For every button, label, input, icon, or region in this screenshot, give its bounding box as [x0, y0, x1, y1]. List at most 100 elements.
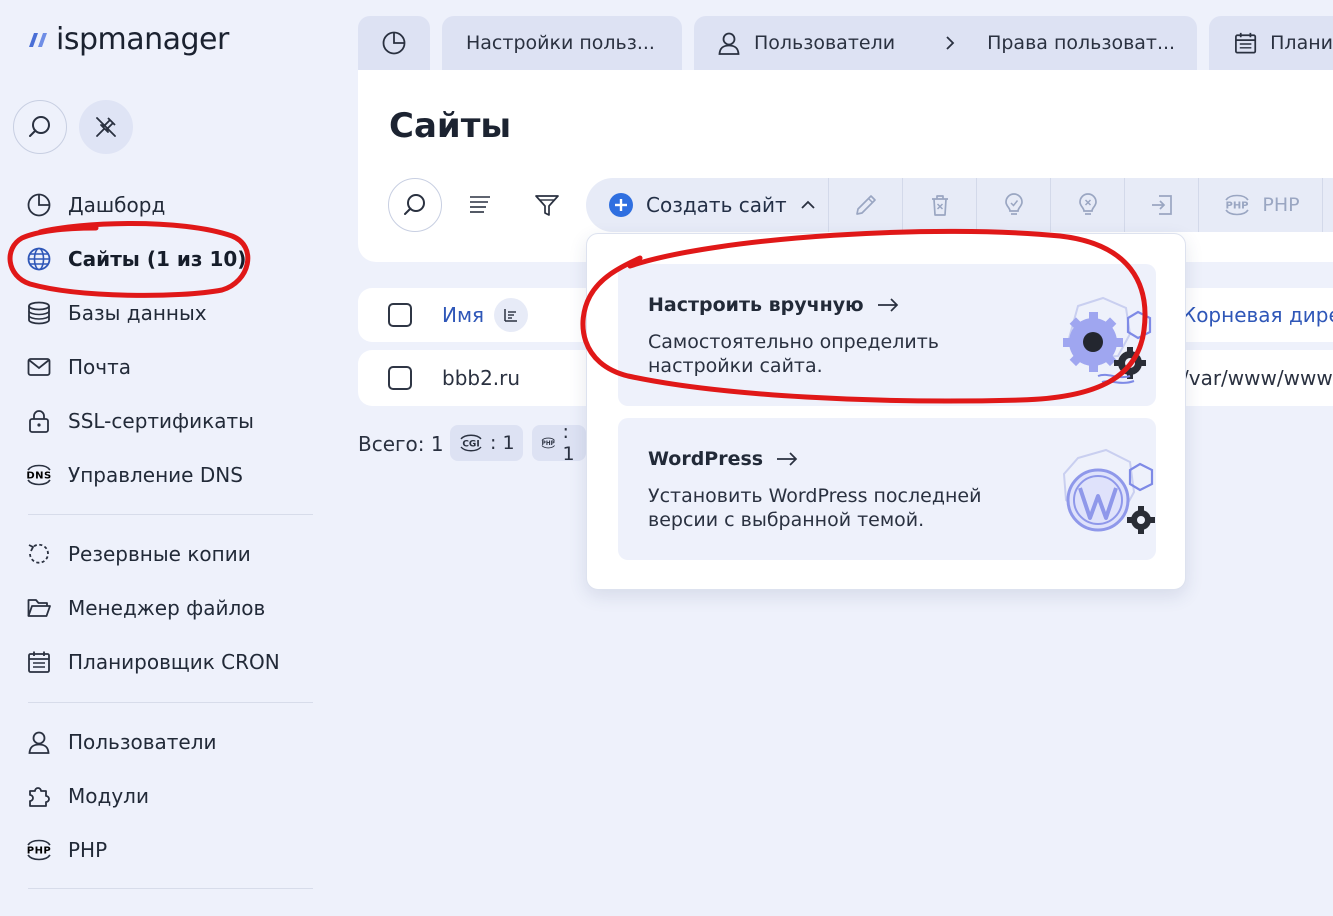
- sidebar-item-dns[interactable]: DNS Управление DNS: [24, 455, 243, 495]
- table-search-button[interactable]: [388, 178, 442, 232]
- sort-button[interactable]: [465, 190, 495, 220]
- tab-label: Настройки польз...: [466, 32, 655, 54]
- pin-toggle-button[interactable]: [79, 100, 133, 154]
- bulb-off-icon: [1078, 193, 1097, 215]
- bulb-on-icon: [1004, 193, 1023, 215]
- sidebar-item-users[interactable]: Пользователи: [24, 722, 217, 762]
- root-dir-cell: /var/www/www-: [1182, 366, 1333, 390]
- sort-name-button[interactable]: [494, 298, 528, 332]
- sidebar-item-label: Сайты (1 из 10): [68, 247, 247, 271]
- tab-dashboard[interactable]: [358, 16, 430, 70]
- page-title: Сайты: [389, 106, 512, 146]
- toolbar-divider: [1322, 178, 1323, 232]
- manual-setup-option[interactable]: Настроить вручную Самостоятельно определ…: [618, 264, 1156, 406]
- sidebar-item-label: Планировщик CRON: [68, 650, 280, 674]
- sidebar-item-php[interactable]: PHP PHP: [24, 830, 107, 870]
- wordpress-illustration-icon: [1062, 448, 1155, 534]
- php-icon: PHP: [1225, 194, 1250, 216]
- delete-button[interactable]: [903, 178, 976, 232]
- sort-desc-icon: [504, 309, 517, 322]
- sidebar-item-cron[interactable]: Планировщик CRON: [24, 642, 280, 682]
- sidebar-item-label: SSL-сертификаты: [68, 409, 254, 433]
- cgi-count-badge: CGI : 1: [450, 425, 523, 461]
- enable-button[interactable]: [977, 178, 1050, 232]
- toolbar-divider: [1198, 178, 1199, 232]
- arrow-right-icon: [777, 452, 798, 466]
- manual-setup-title-text: Настроить вручную: [648, 294, 864, 316]
- sidebar-divider: [28, 888, 313, 889]
- enter-icon: [1151, 195, 1172, 215]
- create-site-button[interactable]: Создать сайт: [608, 178, 817, 232]
- sidebar-item-mail[interactable]: Почта: [24, 347, 131, 387]
- sidebar-item-label: Модули: [68, 784, 149, 808]
- php-badge-text: PHP: [542, 441, 555, 447]
- php-count-value: : 1: [562, 425, 575, 461]
- wordpress-title: WordPress: [648, 448, 799, 470]
- sort-lines-icon: [470, 196, 490, 213]
- sidebar-item-ssl[interactable]: SSL-сертификаты: [24, 401, 254, 441]
- edit-button[interactable]: [829, 178, 902, 232]
- sidebar-item-modules[interactable]: Модули: [24, 776, 149, 816]
- wordpress-description: Установить WordPress последней версии с …: [648, 485, 982, 531]
- logo-mark-icon: [29, 32, 47, 47]
- tab-label: Права пользоват...: [987, 32, 1176, 54]
- sidebar-divider: [28, 514, 313, 515]
- sidebar-item-files[interactable]: Менеджер файлов: [24, 588, 265, 628]
- logo-text: ispmanager: [56, 22, 229, 57]
- sidebar-item-label: PHP: [68, 838, 108, 862]
- global-search-button[interactable]: [13, 100, 67, 154]
- column-name-header[interactable]: Имя: [442, 303, 484, 327]
- create-site-dropdown: Настроить вручную Самостоятельно определ…: [586, 233, 1186, 590]
- cgi-count-value: : 1: [490, 432, 515, 454]
- sidebar-item-label: Дашборд: [68, 193, 166, 217]
- sidebar-item-label: Базы данных: [68, 301, 207, 325]
- tab-label: Плани: [1270, 32, 1333, 54]
- globe-icon: [24, 244, 54, 274]
- column-root-header[interactable]: Корневая дирек: [1182, 303, 1333, 327]
- sidebar-item-backups[interactable]: Резервные копии: [24, 534, 251, 574]
- gears-illustration-icon: [1063, 296, 1152, 384]
- sidebar-item-label: Почта: [68, 355, 131, 379]
- filter-icon: [535, 195, 559, 216]
- lock-icon: [24, 406, 54, 436]
- php-settings-button[interactable]: PHP PHP: [1206, 178, 1316, 232]
- filter-button[interactable]: [532, 190, 562, 220]
- chevron-up-icon: [800, 200, 815, 209]
- calendar-icon: [1235, 32, 1257, 54]
- pencil-icon: [855, 195, 876, 215]
- php-icon: PHP: [24, 835, 54, 865]
- calendar-icon: [24, 647, 54, 677]
- php-settings-label: PHP: [1262, 194, 1300, 216]
- actions-toolbar: Создать сайт PHP PHP: [586, 178, 1333, 232]
- tab-users-rights[interactable]: Пользователи Права пользоват...: [694, 16, 1197, 70]
- sidebar-item-label: Менеджер файлов: [68, 596, 266, 620]
- folder-icon: [24, 593, 54, 623]
- mail-icon: [24, 352, 54, 382]
- sidebar-item-dashboard[interactable]: Дашборд: [24, 185, 165, 225]
- row-checkbox[interactable]: [388, 366, 412, 390]
- sidebar-item-label: Резервные копии: [68, 542, 251, 566]
- php-badge-text: PHP: [1226, 201, 1249, 212]
- sidebar-item-databases[interactable]: Базы данных: [24, 293, 207, 333]
- cgi-badge-text: CGI: [462, 440, 479, 450]
- tab-user-settings[interactable]: Настройки польз...: [442, 16, 682, 70]
- unpin-icon: [96, 117, 116, 137]
- create-site-label: Создать сайт: [646, 193, 787, 217]
- sidebar-item-sites[interactable]: Сайты (1 из 10): [24, 239, 246, 279]
- php-count-badge: PHP : 1: [532, 425, 586, 461]
- wordpress-option[interactable]: WordPress Установить WordPress последней…: [618, 418, 1156, 560]
- sidebar-item-label: Пользователи: [68, 730, 217, 754]
- logo[interactable]: ispmanager: [28, 22, 229, 57]
- dns-badge-text: DNS: [26, 471, 51, 482]
- login-button[interactable]: [1125, 178, 1198, 232]
- disable-button[interactable]: [1051, 178, 1124, 232]
- php-badge-text: PHP: [27, 846, 52, 857]
- wordpress-title-text: WordPress: [648, 448, 764, 470]
- puzzle-icon: [24, 781, 54, 811]
- arrow-right-icon: [877, 298, 898, 312]
- select-all-checkbox[interactable]: [388, 303, 412, 327]
- backup-icon: [24, 539, 54, 569]
- search-icon: [404, 194, 425, 215]
- user-icon: [24, 727, 54, 757]
- tab-planner[interactable]: Плани: [1209, 16, 1333, 70]
